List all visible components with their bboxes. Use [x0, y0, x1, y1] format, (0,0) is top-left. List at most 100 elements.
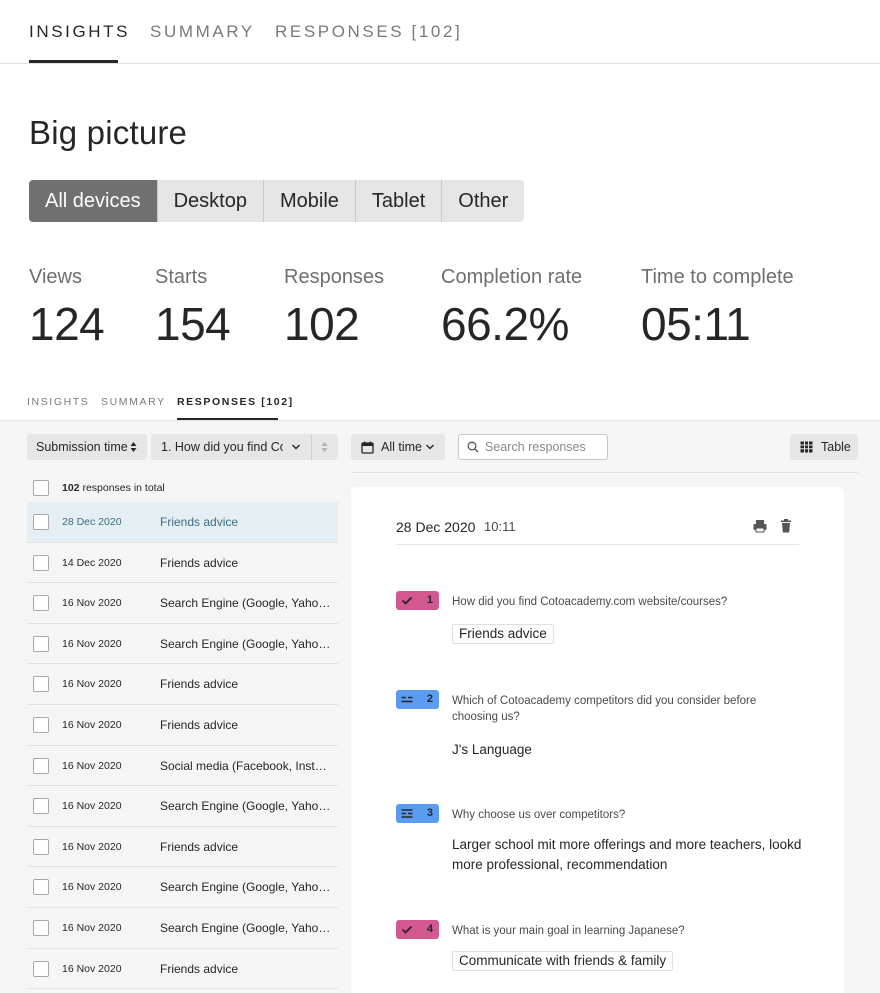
row-answer: Friends advice — [160, 717, 239, 732]
row-answer: Social media (Facebook, Instag... — [160, 758, 332, 773]
sort-label: Submission time — [36, 440, 128, 454]
page-title: Big picture — [29, 114, 188, 151]
question-number: 3 — [426, 807, 433, 819]
row-date: 16 Nov 2020 — [62, 921, 122, 934]
subtab-insights[interactable]: INSIGHTS — [27, 396, 89, 408]
row-date: 16 Nov 2020 — [62, 800, 122, 813]
row-answer: Search Engine (Google, Yahoo,... — [160, 596, 332, 611]
top-tab-bar: INSIGHTS SUMMARY RESPONSES [102] — [0, 0, 880, 64]
row-answer: Search Engine (Google, Yahoo,... — [160, 636, 332, 651]
tab-summary[interactable]: SUMMARY — [150, 22, 255, 42]
row-checkbox[interactable] — [33, 879, 49, 896]
stat-label: Responses — [284, 266, 385, 288]
printer-icon[interactable] — [752, 518, 768, 534]
row-checkbox[interactable] — [33, 676, 49, 693]
search-input[interactable] — [485, 440, 603, 454]
question-text: How did you find Cotoacademy.com website… — [452, 596, 728, 608]
device-desktop-button[interactable]: Desktop — [156, 180, 263, 222]
row-checkbox[interactable] — [33, 798, 49, 815]
response-row[interactable]: 16 Nov 2020 Search Engine (Google, Yahoo… — [27, 908, 338, 949]
subtab-responses[interactable]: RESPONSES [102] — [177, 396, 294, 408]
checkmark-icon — [401, 925, 413, 934]
row-date: 16 Nov 2020 — [62, 840, 122, 853]
table-view-button[interactable]: Table — [790, 434, 858, 460]
row-checkbox[interactable] — [33, 514, 49, 530]
response-row[interactable]: 16 Nov 2020 Search Engine (Google, Yahoo… — [27, 867, 338, 908]
row-answer: Friends advice — [160, 677, 239, 692]
row-answer: Friends advice — [160, 961, 239, 976]
calendar-icon — [361, 441, 374, 454]
stat-value: 05:11 — [641, 298, 751, 350]
row-checkbox[interactable] — [33, 919, 49, 936]
row-checkbox[interactable] — [33, 838, 49, 855]
short-text-icon — [401, 696, 413, 703]
response-row[interactable]: 16 Nov 2020 Search Engine (Google, Yahoo… — [27, 786, 338, 827]
stat-starts: Starts 154 — [155, 266, 231, 351]
row-answer: Search Engine (Google, Yahoo,... — [160, 880, 332, 895]
response-row[interactable]: 16 Nov 2020 Search Engine (Google, Yahoo… — [27, 624, 338, 665]
time-filter-select[interactable]: All time — [351, 434, 445, 460]
question-number: 4 — [426, 923, 433, 935]
sub-tab-bar: INSIGHTS SUMMARY RESPONSES [102] — [0, 384, 880, 421]
question-filter-select[interactable]: 1. How did you find Cotoacademy.com webs… — [151, 434, 338, 460]
table-view-label: Table — [821, 440, 851, 454]
stat-value: 124 — [29, 298, 105, 350]
stat-label: Views — [29, 266, 82, 288]
row-date: 16 Nov 2020 — [62, 881, 122, 894]
response-count: 102 responses in total — [62, 482, 165, 494]
question-text: What is your main goal in learning Japan… — [452, 925, 685, 937]
trash-icon[interactable] — [778, 518, 794, 534]
question-badge: 3 — [396, 804, 439, 823]
response-row[interactable]: 16 Nov 2020 Friends advice — [27, 705, 338, 746]
row-answer: Friends advice — [160, 555, 239, 570]
stat-label: Completion rate — [441, 266, 583, 288]
row-answer: Search Engine (Google, Yahoo,... — [160, 799, 332, 814]
row-date: 16 Nov 2020 — [62, 962, 122, 975]
stat-completion-rate: Completion rate 66.2% — [441, 266, 582, 351]
question-text: Which of Cotoacademy competitors did you… — [452, 695, 757, 723]
question-text: Why choose us over competitors? — [452, 809, 626, 821]
answer-text: Larger school mit more offerings and mor… — [452, 837, 802, 872]
stat-value: 154 — [155, 298, 231, 350]
response-row[interactable]: 16 Nov 2020 Search Engine (Google, Yahoo… — [27, 583, 338, 624]
row-checkbox[interactable] — [33, 595, 49, 612]
active-tab-indicator — [29, 60, 118, 63]
list-header: 102 responses in total — [27, 475, 338, 501]
stat-label: Starts — [155, 266, 208, 288]
row-checkbox[interactable] — [33, 716, 49, 733]
tab-insights[interactable]: INSIGHTS — [29, 22, 130, 42]
device-mobile-button[interactable]: Mobile — [262, 180, 355, 222]
row-checkbox[interactable] — [33, 757, 49, 774]
response-row[interactable]: 16 Nov 2020 Social media (Facebook, Inst… — [27, 746, 338, 787]
stat-responses: Responses 102 — [284, 266, 384, 351]
row-answer: Friends advice — [160, 515, 239, 529]
row-checkbox[interactable] — [33, 554, 49, 571]
device-all-button[interactable]: All devices — [29, 180, 157, 222]
answer-choice: Communicate with friends & family — [452, 951, 674, 971]
question-badge: 2 — [396, 690, 439, 709]
device-tablet-button[interactable]: Tablet — [354, 180, 442, 222]
response-count-number: 102 — [62, 482, 80, 494]
long-text-icon — [401, 809, 413, 818]
row-answer: Search Engine (Google, Yahoo,... — [160, 920, 332, 935]
row-checkbox[interactable] — [33, 960, 49, 977]
device-other-button[interactable]: Other — [441, 180, 525, 222]
response-row[interactable]: 16 Nov 2020 Friends advice — [27, 664, 338, 705]
response-row[interactable]: 16 Nov 2020 Friends advice — [27, 949, 338, 990]
subtab-summary[interactable]: SUMMARY — [101, 396, 166, 408]
response-row[interactable]: 16 Nov 2020 Friends advice — [27, 827, 338, 868]
active-subtab-indicator — [177, 418, 278, 420]
row-checkbox[interactable] — [33, 635, 49, 652]
tab-responses[interactable]: RESPONSES [102] — [275, 22, 462, 42]
sort-select[interactable]: Submission time — [27, 434, 147, 460]
select-all-checkbox[interactable] — [33, 480, 49, 496]
stat-value: 66.2% — [441, 298, 569, 350]
reorder-arrows-icon[interactable] — [321, 441, 328, 453]
detail-date: 28 Dec 2020 — [396, 519, 476, 535]
response-row[interactable]: 14 Dec 2020 Friends advice — [27, 543, 338, 584]
row-answer: Friends advice — [160, 839, 239, 854]
sort-arrows-icon — [130, 442, 137, 452]
response-row[interactable]: 28 Dec 2020 Friends advice — [27, 502, 338, 543]
response-count-suffix: responses in total — [82, 482, 165, 494]
question-filter-label: 1. How did you find Cotoacademy.com webs… — [161, 440, 283, 454]
